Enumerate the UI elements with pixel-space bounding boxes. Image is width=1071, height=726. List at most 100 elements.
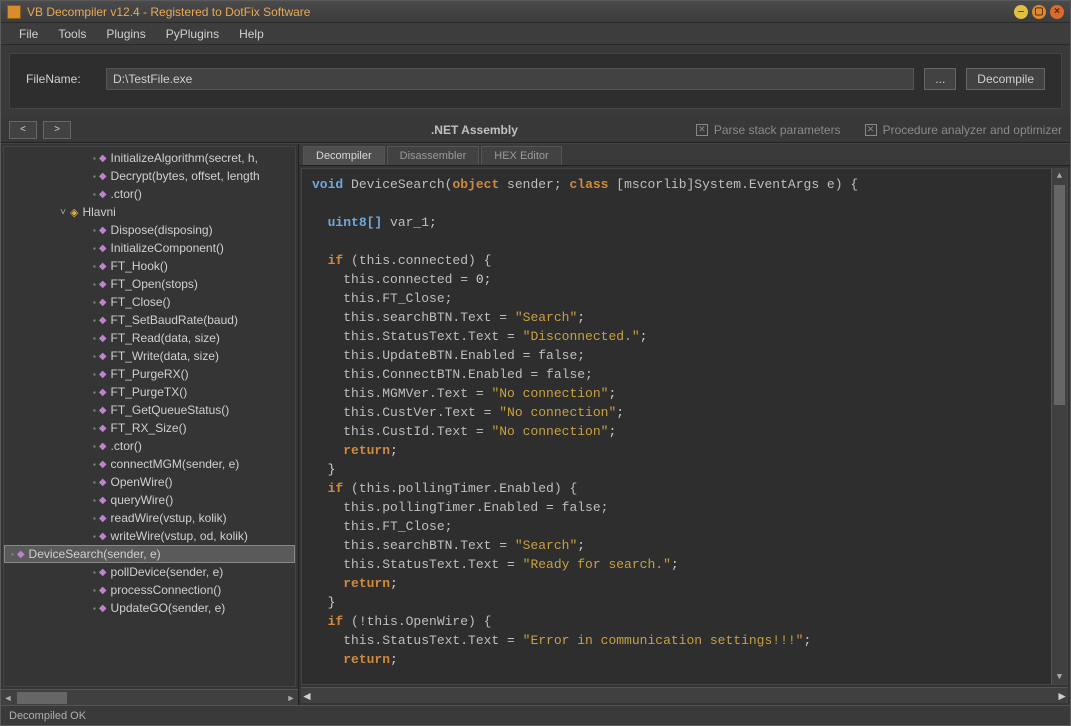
- file-row: FileName: D:\TestFile.exe ... Decompile: [9, 53, 1062, 109]
- scroll-left-icon[interactable]: ◄: [1, 691, 15, 705]
- tree-row[interactable]: ▪◆FT_SetBaudRate(baud): [4, 311, 295, 329]
- bullet-icon: ▪: [93, 298, 96, 307]
- tree-row[interactable]: ▪◆connectMGM(sender, e): [4, 455, 295, 473]
- checkbox-icon: ✕: [865, 124, 877, 136]
- tree-item-label: FT_Write(data, size): [111, 349, 219, 363]
- analyzer-checkbox[interactable]: ✕ Procedure analyzer and optimizer: [865, 123, 1062, 137]
- tree-item-label: FT_Close(): [111, 295, 171, 309]
- collapse-icon[interactable]: ˅: [56, 207, 70, 218]
- method-icon: ◆: [99, 351, 107, 362]
- tree-row[interactable]: ▪◆ FT_Read(data, size): [4, 329, 295, 347]
- analyzer-label: Procedure analyzer and optimizer: [883, 123, 1062, 137]
- menu-file[interactable]: File: [9, 25, 48, 43]
- tree-row[interactable]: ▪◆pollDevice(sender, e): [4, 563, 295, 581]
- browse-button[interactable]: ...: [924, 68, 956, 90]
- tree-item-label: connectMGM(sender, e): [111, 457, 240, 471]
- tab-disassembler[interactable]: Disassembler: [387, 146, 480, 165]
- tree-row[interactable]: ▪◆queryWire(): [4, 491, 295, 509]
- scroll-left-icon[interactable]: ◄: [301, 689, 313, 703]
- tree-row[interactable]: ▪◆InitializeAlgorithm(secret, h,: [4, 149, 295, 167]
- bullet-icon: ▪: [93, 478, 96, 487]
- tree-row[interactable]: ▪◆Decrypt(bytes, offset, length: [4, 167, 295, 185]
- tree-row[interactable]: ▪◆FT_RX_Size(): [4, 419, 295, 437]
- tree-hscrollbar[interactable]: ◄ ►: [1, 689, 298, 705]
- bullet-icon: ▪: [93, 370, 96, 379]
- tab-decompiler[interactable]: Decompiler: [303, 146, 385, 165]
- tree-item-label: FT_PurgeRX(): [111, 367, 189, 381]
- tree-item-label: FT_GetQueueStatus(): [111, 403, 230, 417]
- nav-back-button[interactable]: <: [9, 121, 37, 139]
- tree-row[interactable]: ▪◆Dispose(disposing): [4, 221, 295, 239]
- tree-row[interactable]: ▪◆writeWire(vstup, od, kolik): [4, 527, 295, 545]
- menu-tools[interactable]: Tools: [48, 25, 96, 43]
- tree-row[interactable]: ▪◆FT_Open(stops): [4, 275, 295, 293]
- tree-item-label: FT_SetBaudRate(baud): [111, 313, 238, 327]
- tree-item-label: InitializeAlgorithm(secret, h,: [111, 151, 258, 165]
- method-icon: ◆: [99, 531, 107, 542]
- tree-row[interactable]: ▪◆processConnection(): [4, 581, 295, 599]
- code-area[interactable]: void DeviceSearch(object sender; class […: [301, 168, 1068, 685]
- tree-row[interactable]: ▪◆FT_GetQueueStatus(): [4, 401, 295, 419]
- tree-row[interactable]: ▪◆FT_PurgeTX(): [4, 383, 295, 401]
- tree-row[interactable]: ▪◆FT_PurgeRX(): [4, 365, 295, 383]
- assembly-label: .NET Assembly: [77, 123, 672, 137]
- tree-item-label: FT_RX_Size(): [111, 421, 187, 435]
- tree-row[interactable]: ▪◆readWire(vstup, kolik): [4, 509, 295, 527]
- minimize-button[interactable]: ‒: [1014, 5, 1028, 19]
- scroll-right-icon[interactable]: ►: [284, 691, 298, 705]
- tree-row[interactable]: ▪◆.ctor(): [4, 437, 295, 455]
- bullet-icon: ▪: [93, 154, 96, 163]
- tree-row[interactable]: ˅◈Hlavni: [4, 203, 295, 221]
- method-icon: ◆: [17, 549, 25, 560]
- tree-row[interactable]: ▪◆InitializeComponent(): [4, 239, 295, 257]
- code-hscrollbar[interactable]: ◄ ►: [301, 687, 1068, 703]
- tree-item-label: processConnection(): [111, 583, 222, 597]
- bullet-icon: ▪: [11, 550, 14, 559]
- scroll-right-icon[interactable]: ►: [1056, 689, 1068, 703]
- scroll-thumb[interactable]: [17, 692, 67, 704]
- bullet-icon: ▪: [93, 334, 96, 343]
- tree-row[interactable]: ▪◆FT_Write(data, size): [4, 347, 295, 365]
- parse-stack-label: Parse stack parameters: [714, 123, 841, 137]
- tree-row[interactable]: ▪◆.ctor(): [4, 185, 295, 203]
- close-button[interactable]: ×: [1050, 5, 1064, 19]
- method-icon: ◆: [99, 459, 107, 470]
- tree-item-label: UpdateGO(sender, e): [111, 601, 226, 615]
- bullet-icon: ▪: [93, 604, 96, 613]
- bullet-icon: ▪: [93, 496, 96, 505]
- decompile-button[interactable]: Decompile: [966, 68, 1045, 90]
- scroll-down-icon[interactable]: ▼: [1052, 670, 1067, 684]
- filename-input[interactable]: D:\TestFile.exe: [106, 68, 914, 90]
- bullet-icon: ▪: [93, 388, 96, 397]
- restore-button[interactable]: ▢: [1032, 5, 1046, 19]
- main-area: ▪◆InitializeAlgorithm(secret, h,▪◆Decryp…: [1, 143, 1070, 705]
- menu-help[interactable]: Help: [229, 25, 274, 43]
- tree-item-label: Decrypt(bytes, offset, length: [111, 169, 260, 183]
- menu-pyplugins[interactable]: PyPlugins: [156, 25, 229, 43]
- menubar: File Tools Plugins PyPlugins Help: [1, 23, 1070, 45]
- method-icon: ◆: [99, 171, 107, 182]
- tree-item-label: OpenWire(): [111, 475, 173, 489]
- tree-item-label: FT_Read(data, size): [111, 331, 220, 345]
- scroll-up-icon[interactable]: ▲: [1052, 169, 1067, 183]
- tree-item-label: InitializeComponent(): [111, 241, 224, 255]
- tree-row[interactable]: ▪◆FT_Hook(): [4, 257, 295, 275]
- tree-row[interactable]: ▪◆UpdateGO(sender, e): [4, 599, 295, 617]
- parse-stack-checkbox[interactable]: ✕ Parse stack parameters: [696, 123, 841, 137]
- right-pane: Decompiler Disassembler HEX Editor void …: [299, 144, 1070, 705]
- method-icon: ◆: [99, 333, 107, 344]
- navbar: < > .NET Assembly ✕ Parse stack paramete…: [1, 117, 1070, 143]
- tree-scroll[interactable]: ▪◆InitializeAlgorithm(secret, h,▪◆Decryp…: [3, 146, 296, 687]
- tree-row[interactable]: ▪◆DeviceSearch(sender, e): [4, 545, 295, 563]
- status-text: Decompiled OK: [9, 710, 86, 722]
- tree-row[interactable]: ▪◆ FT_Close(): [4, 293, 295, 311]
- tab-hex-editor[interactable]: HEX Editor: [481, 146, 561, 165]
- method-icon: ◆: [99, 495, 107, 506]
- nav-forward-button[interactable]: >: [43, 121, 71, 139]
- menu-plugins[interactable]: Plugins: [96, 25, 155, 43]
- code-vscrollbar[interactable]: ▲▼: [1051, 169, 1067, 684]
- status-bar: Decompiled OK: [1, 705, 1070, 725]
- method-icon: ◆: [99, 297, 107, 308]
- scroll-thumb[interactable]: [1054, 185, 1065, 405]
- tree-row[interactable]: ▪◆OpenWire(): [4, 473, 295, 491]
